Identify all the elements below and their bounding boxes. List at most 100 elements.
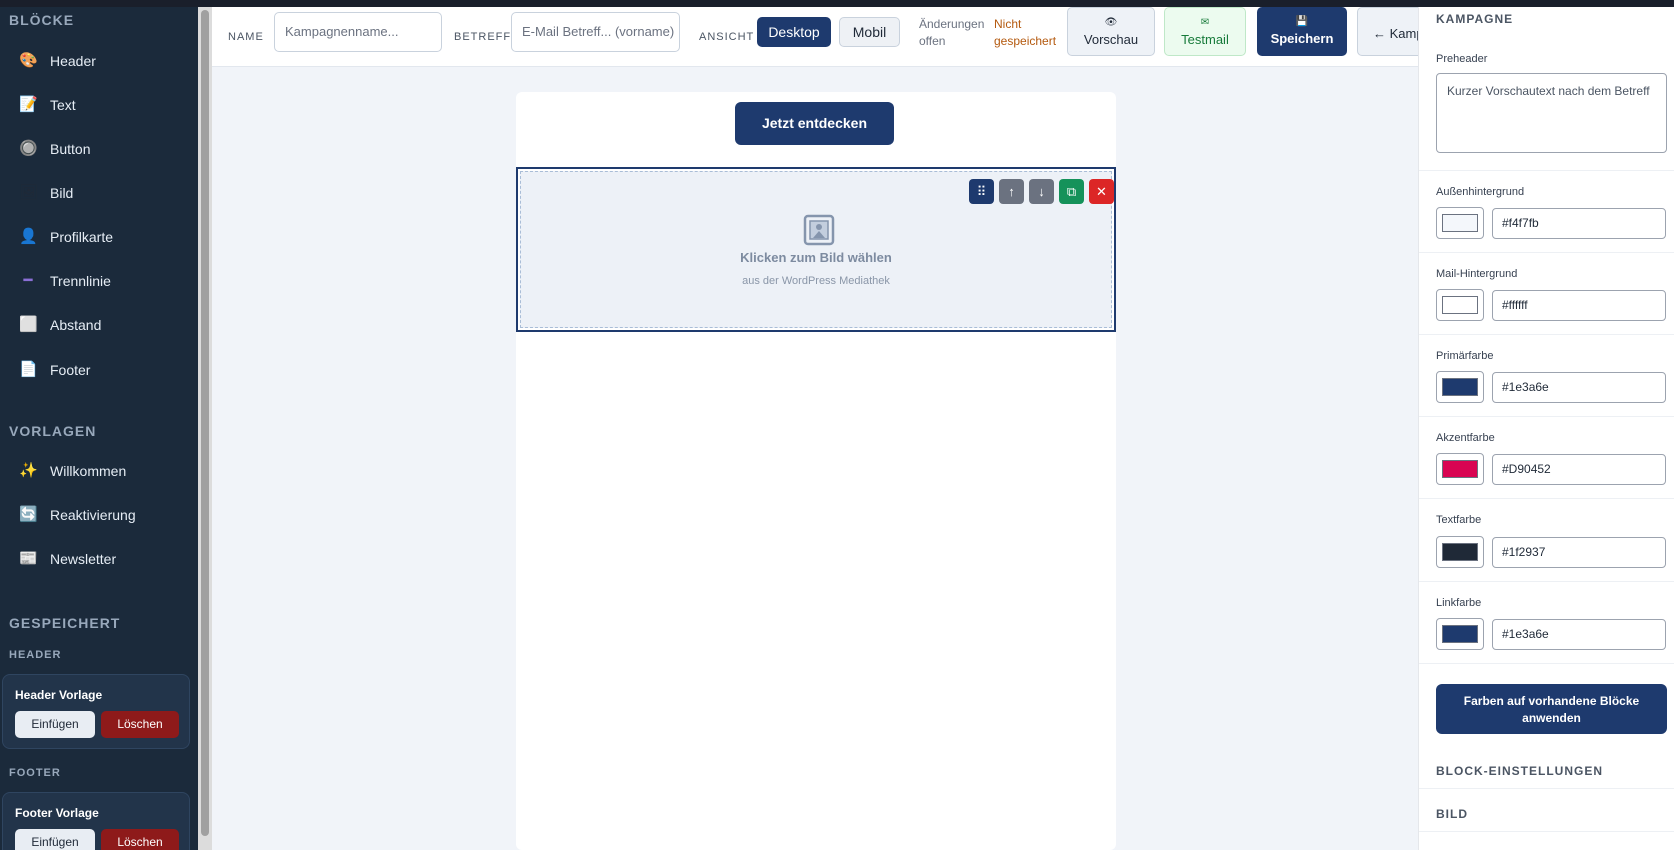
floppy-disk-icon: 💾: [1295, 16, 1309, 27]
saved-footer-heading: FOOTER: [9, 767, 61, 779]
drag-handle-icon[interactable]: ⠿: [969, 179, 994, 204]
name-label: NAME: [228, 31, 264, 43]
settings-panel: KAMPAGNE Preheader Kurzer Vorschautext n…: [1418, 7, 1674, 850]
sidebar-item-label: Header: [50, 53, 96, 69]
hex-input-text[interactable]: #1f2937: [1492, 537, 1666, 568]
unsaved-status-line: gespeichert: [994, 34, 1057, 48]
campaign-name-input[interactable]: Kampagnenname...: [274, 12, 442, 52]
back-to-campaigns-button[interactable]: ← Kampagnen: [1357, 7, 1418, 56]
person-icon: 👤: [19, 228, 38, 245]
sidebar-item-text[interactable]: 📝 Text: [0, 87, 198, 123]
changes-status: Änderungen offen: [919, 16, 984, 50]
color-swatch-link[interactable]: [1436, 618, 1484, 650]
sidebar-item-label: Abstand: [50, 317, 102, 333]
sidebar-item-label: Footer: [50, 362, 91, 378]
apply-colors-button[interactable]: Farben auf vorhandene Blöcke anwenden: [1436, 684, 1667, 734]
spacer-square-icon: ⬜: [19, 316, 38, 333]
view-mobile-button[interactable]: Mobil: [839, 17, 900, 47]
hex-input-outer-bg[interactable]: #f4f7fb: [1492, 208, 1666, 239]
image-placeholder[interactable]: Klicken zum Bild wählen aus der WordPres…: [520, 171, 1114, 328]
sidebar-item-label: Text: [50, 97, 76, 113]
framed-picture-icon: [803, 214, 835, 246]
swatch-fill: [1442, 625, 1478, 643]
save-button[interactable]: 💾 Speichern: [1257, 7, 1347, 56]
sidebar-item-label: Profilkarte: [50, 229, 114, 245]
subject-input[interactable]: E-Mail Betreff... (vorname): [511, 12, 680, 52]
delete-button[interactable]: Löschen: [101, 711, 179, 738]
sidebar-item-footer[interactable]: 📄 Footer: [0, 352, 198, 388]
framed-picture-icon: 🖼: [19, 184, 39, 201]
insert-button[interactable]: Einfügen: [15, 829, 95, 850]
delete-icon[interactable]: ✕: [1089, 179, 1114, 204]
insert-button[interactable]: Einfügen: [15, 711, 95, 738]
eye-icon: 👁: [1104, 17, 1118, 28]
changes-status-line: offen: [919, 34, 946, 48]
image-block[interactable]: Klicken zum Bild wählen aus der WordPres…: [516, 167, 1116, 332]
newsletter-icon: 📰: [19, 550, 38, 567]
sidebar-item-trennlinie[interactable]: ━ Trennlinie: [0, 263, 198, 299]
divider: [1419, 788, 1674, 789]
memo-icon: 📝: [19, 96, 38, 113]
view-desktop-button[interactable]: Desktop: [757, 17, 831, 47]
swatch-fill: [1442, 296, 1478, 314]
delete-button[interactable]: Löschen: [101, 829, 179, 850]
blocks-section-title: BLÖCKE: [9, 12, 75, 28]
toolbar: NAME Kampagnenname... BETREFF E-Mail Bet…: [212, 7, 1418, 67]
arrow-down-icon[interactable]: ↓: [1029, 179, 1054, 204]
sidebar-item-label: Newsletter: [50, 551, 117, 567]
image-click-hint: Klicken zum Bild wählen: [740, 250, 892, 265]
color-swatch-accent[interactable]: [1436, 453, 1484, 485]
testmail-button[interactable]: ✉ Testmail: [1164, 7, 1246, 56]
color-swatch-mail-bg[interactable]: [1436, 289, 1484, 321]
sidebar-item-willkommen[interactable]: ✨ Willkommen: [0, 453, 198, 489]
save-button-label: Speichern: [1270, 31, 1334, 46]
sidebar-item-abstand[interactable]: ⬜ Abstand: [0, 307, 198, 343]
hex-input-accent[interactable]: #D90452: [1492, 454, 1666, 485]
saved-header-heading: HEADER: [9, 649, 62, 661]
hex-input-primary[interactable]: #1e3a6e: [1492, 372, 1666, 403]
hex-input-link[interactable]: #1e3a6e: [1492, 619, 1666, 650]
image-settings-title: BILD: [1436, 807, 1468, 821]
sidebar-item-label: Willkommen: [50, 463, 127, 479]
refresh-icon: 🔄: [19, 506, 38, 523]
preview-button[interactable]: 👁 Vorschau: [1067, 7, 1155, 56]
subject-label: BETREFF: [454, 31, 512, 43]
color-swatch-text[interactable]: [1436, 536, 1484, 568]
divider-line-icon: ━: [23, 272, 33, 289]
sparkles-icon: ✨: [19, 462, 38, 479]
saved-section-title: GESPEICHERT: [9, 615, 121, 631]
view-label: ANSICHT: [699, 31, 755, 43]
color-label: Mail-Hintergrund: [1436, 268, 1518, 280]
swatch-fill: [1442, 543, 1478, 561]
radio-button-icon: 🔘: [19, 140, 38, 157]
hex-input-mail-bg[interactable]: #ffffff: [1492, 290, 1666, 321]
sidebar-item-reaktivierung[interactable]: 🔄 Reaktivierung: [0, 497, 198, 533]
color-label: Primärfarbe: [1436, 350, 1494, 362]
divider: [1419, 416, 1674, 417]
divider: [1419, 170, 1674, 171]
arrow-up-icon[interactable]: ↑: [999, 179, 1024, 204]
unsaved-status: Nicht gespeichert: [994, 16, 1056, 50]
swatch-fill: [1442, 460, 1478, 478]
cta-button[interactable]: Jetzt entdecken: [735, 102, 894, 145]
changes-status-line: Änderungen: [919, 17, 985, 31]
divider: [1419, 252, 1674, 253]
sidebar-item-newsletter[interactable]: 📰 Newsletter: [0, 541, 198, 577]
sidebar-item-bild[interactable]: 🖼 Bild: [0, 175, 198, 211]
preheader-textarea[interactable]: Kurzer Vorschautext nach dem Betreff: [1436, 73, 1667, 153]
color-label: Außenhintergrund: [1436, 186, 1525, 198]
color-label: Akzentfarbe: [1436, 432, 1495, 444]
window-top-bar: [0, 0, 1674, 7]
sidebar-item-button[interactable]: 🔘 Button: [0, 131, 198, 167]
color-swatch-primary[interactable]: [1436, 371, 1484, 403]
divider: [1419, 334, 1674, 335]
preheader-label: Preheader: [1436, 53, 1488, 65]
saved-card-title: Header Vorlage: [15, 688, 103, 702]
sidebar-item-header[interactable]: 🎨 Header: [0, 43, 198, 79]
color-label: Linkfarbe: [1436, 597, 1482, 609]
color-swatch-outer-bg[interactable]: [1436, 207, 1484, 239]
sidebar-item-profilkarte[interactable]: 👤 Profilkarte: [0, 219, 198, 255]
duplicate-icon[interactable]: ⧉: [1059, 179, 1084, 204]
email-canvas[interactable]: Jetzt entdecken Klicken zum Bild wählen …: [516, 92, 1116, 850]
sidebar-scrollbar-thumb[interactable]: [201, 10, 209, 836]
